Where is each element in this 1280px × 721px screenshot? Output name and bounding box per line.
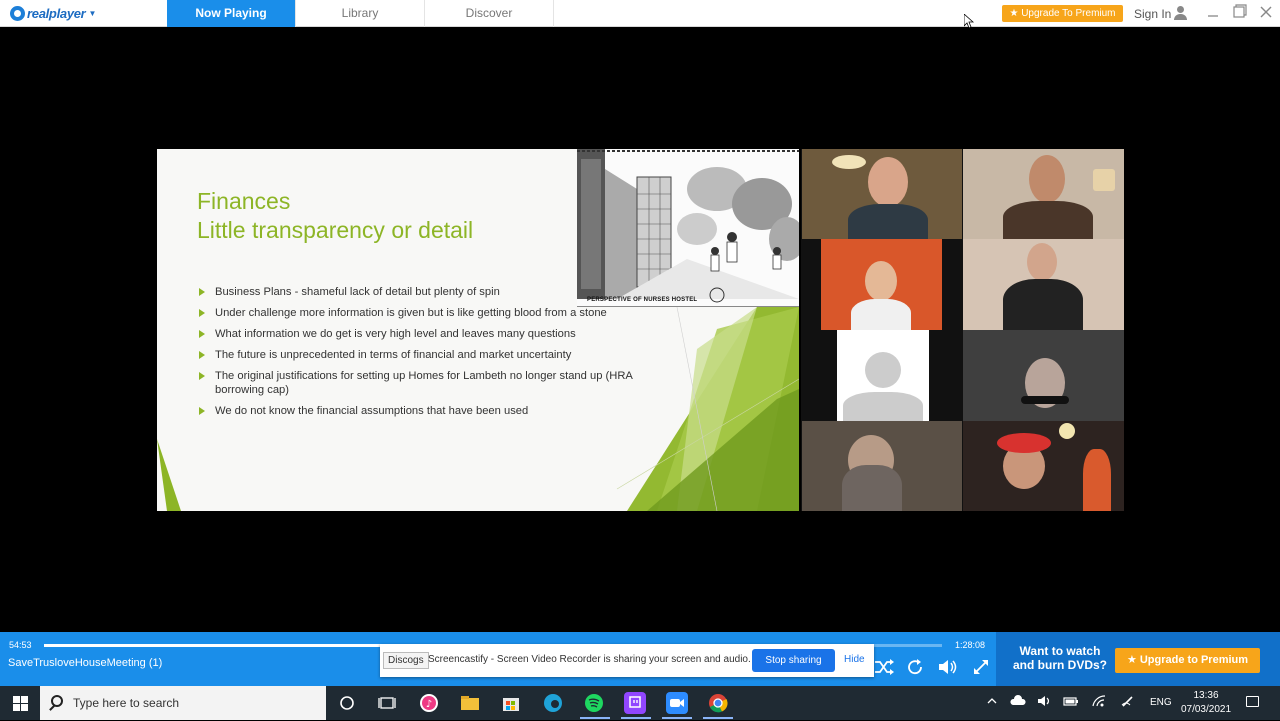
restore-icon[interactable] [1230, 3, 1250, 23]
search-icon [51, 695, 63, 707]
chrome-active-indicator [703, 717, 733, 719]
list-item: What information we do get is very high … [197, 327, 637, 341]
slide-bullet-list: Business Plans - shameful lack of detail… [197, 285, 637, 425]
hide-banner-link[interactable]: Hide [844, 654, 865, 665]
tab-discover[interactable]: Discover [425, 0, 554, 27]
share-message: Screencastify - Screen Video Recorder is… [428, 654, 751, 665]
fullscreen-icon[interactable] [972, 658, 990, 681]
participant-video-grid [801, 149, 1124, 511]
participant-tile [963, 149, 1124, 239]
start-button[interactable] [0, 686, 40, 720]
zoom-active-indicator [662, 717, 692, 719]
participant-avatar-placeholder [837, 330, 929, 421]
task-view-icon[interactable] [376, 692, 398, 714]
dvd-promo-text: Want to watch and burn DVDs? [1012, 644, 1107, 672]
user-icon[interactable] [1173, 6, 1187, 20]
participant-tile [802, 149, 962, 239]
pen-input-icon[interactable] [1120, 695, 1136, 710]
chrome-icon[interactable] [707, 692, 729, 714]
wifi-icon[interactable] [1091, 695, 1107, 710]
participant-tile [963, 421, 1124, 511]
shuffle-icon[interactable] [874, 658, 894, 681]
spotify-icon[interactable] [583, 692, 605, 714]
close-icon[interactable] [1256, 3, 1276, 23]
twitch-icon[interactable] [624, 692, 646, 714]
clock-date: 07/03/2021 [1180, 704, 1232, 715]
zoom-meetings-icon[interactable] [666, 692, 688, 714]
presentation-slide: Finances Little transparency or detail B… [157, 149, 799, 511]
microsoft-store-icon[interactable] [500, 692, 522, 714]
slide-title-line-2: Little transparency or detail [197, 217, 474, 243]
edge-browser-icon[interactable] [542, 692, 564, 714]
spotify-active-indicator [580, 717, 610, 719]
video-stage[interactable]: Finances Little transparency or detail B… [0, 28, 1280, 632]
elapsed-time: 54:53 [9, 640, 32, 650]
list-item: The original justifications for setting … [197, 369, 637, 397]
chevron-down-icon: ▼ [88, 9, 97, 18]
realplayer-logo[interactable]: realplayer ▼ [10, 5, 96, 22]
input-language[interactable]: ENG [1150, 697, 1172, 708]
avatar-placeholder-icon [865, 352, 901, 388]
volume-icon[interactable] [938, 658, 958, 681]
twitch-active-indicator [621, 717, 651, 719]
participant-tile [802, 421, 962, 511]
total-duration: 1:28:08 [955, 640, 986, 650]
search-placeholder: Type here to search [73, 696, 180, 710]
upgrade-premium-button-bottom[interactable]: ★ Upgrade to Premium [1115, 648, 1260, 673]
architectural-sketch-image: PERSPECTIVE OF NURSES HOSTEL [577, 149, 799, 307]
cortana-icon[interactable] [336, 692, 358, 714]
slide-title: Finances Little transparency or detail [197, 187, 473, 245]
participant-tile [821, 239, 942, 330]
show-hidden-icons-chevron[interactable] [986, 695, 998, 710]
list-item: Business Plans - shameful lack of detail… [197, 285, 637, 299]
list-item: Under challenge more information is give… [197, 306, 637, 320]
app-title-bar: realplayer ▼ Now Playing Library Discove… [0, 0, 1280, 27]
svg-text:♪: ♪ [426, 699, 432, 710]
sketch-caption: PERSPECTIVE OF NURSES HOSTEL [587, 297, 698, 303]
participant-tile [963, 330, 1124, 421]
clock-time: 13:36 [1193, 690, 1219, 701]
upgrade-premium-button[interactable]: ★ Upgrade To Premium [1002, 5, 1123, 22]
itunes-icon[interactable]: ♪ [418, 692, 440, 714]
list-item: The future is unprecedented in terms of … [197, 348, 637, 362]
screen-share-banner: Discogs Screencastify - Screen Video Rec… [380, 644, 874, 677]
participant-tile [963, 239, 1124, 330]
minimize-icon[interactable] [1203, 3, 1223, 23]
onedrive-cloud-icon[interactable] [1010, 695, 1026, 710]
list-item: We do not know the financial assumptions… [197, 404, 637, 418]
taskbar-search-box[interactable]: Type here to search [40, 686, 326, 720]
slide-title-line-1: Finances [197, 188, 291, 214]
battery-icon[interactable] [1063, 695, 1079, 710]
system-clock[interactable]: 13:36 07/03/2021 [1178, 689, 1234, 717]
logo-text: realplayer [27, 6, 86, 21]
file-explorer-icon[interactable] [459, 692, 481, 714]
discogs-tab-chip[interactable]: Discogs [383, 652, 429, 669]
tab-now-playing[interactable]: Now Playing [167, 0, 296, 27]
windows-taskbar: Type here to search ♪ ENG 13:36 07/03/20… [0, 686, 1280, 720]
windows-logo-icon [13, 696, 28, 711]
speaker-icon[interactable] [1037, 695, 1053, 710]
mouse-cursor-icon [964, 14, 974, 29]
repeat-icon[interactable] [906, 658, 924, 681]
action-center-icon[interactable] [1246, 696, 1259, 707]
stop-sharing-button[interactable]: Stop sharing [752, 649, 835, 672]
realplayer-logo-icon [10, 6, 25, 21]
tab-library[interactable]: Library [296, 0, 425, 27]
sign-in-link[interactable]: Sign In [1134, 7, 1171, 21]
media-title: SaveTrusloveHouseMeeting (1) [8, 657, 163, 669]
